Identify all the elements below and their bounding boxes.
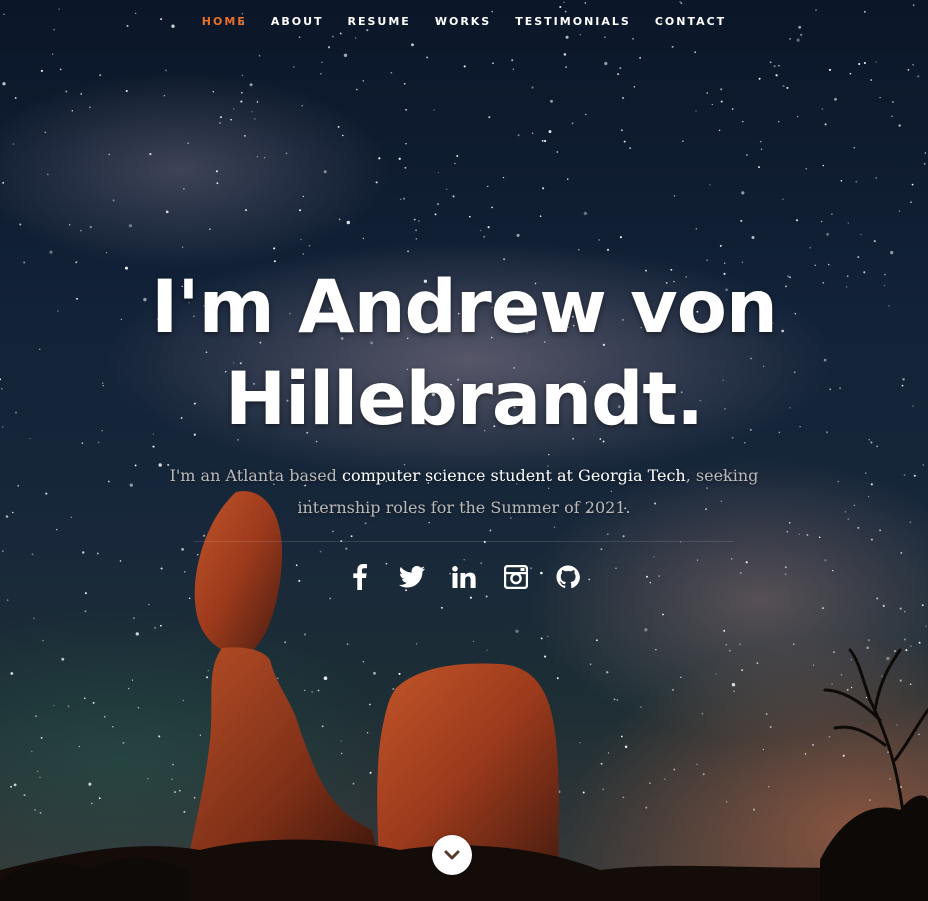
headline-line-2: Hillebrandt. xyxy=(224,357,704,442)
main-nav: Home About Resume Works Testimonials Con… xyxy=(0,0,928,44)
nav-about[interactable]: About xyxy=(259,0,336,44)
subtitle-pre: I'm an Atlanta based xyxy=(169,466,342,485)
rock-formation-silhouette xyxy=(0,491,928,901)
nav-contact[interactable]: Contact xyxy=(643,0,738,44)
instagram-icon[interactable] xyxy=(503,564,529,590)
scroll-down-button[interactable] xyxy=(432,835,472,875)
nav-resume[interactable]: Resume xyxy=(336,0,423,44)
twitter-icon[interactable] xyxy=(399,564,425,590)
divider xyxy=(194,541,734,542)
nav-home[interactable]: Home xyxy=(190,0,259,44)
nav-testimonials[interactable]: Testimonials xyxy=(503,0,643,44)
hero-background: Home About Resume Works Testimonials Con… xyxy=(0,0,928,901)
github-icon[interactable] xyxy=(555,564,581,590)
subtitle-highlight: computer science student at Georgia Tech xyxy=(342,466,686,485)
linkedin-icon[interactable] xyxy=(451,564,477,590)
nav-works[interactable]: Works xyxy=(423,0,503,44)
hero-headline: I'm Andrew von Hillebrandt. xyxy=(0,262,928,446)
chevron-down-icon xyxy=(444,850,460,860)
social-links xyxy=(0,560,928,594)
headline-line-1: I'm Andrew von xyxy=(151,265,778,350)
facebook-icon[interactable] xyxy=(347,564,373,590)
hero-subtitle: I'm an Atlanta based computer science st… xyxy=(130,460,798,524)
